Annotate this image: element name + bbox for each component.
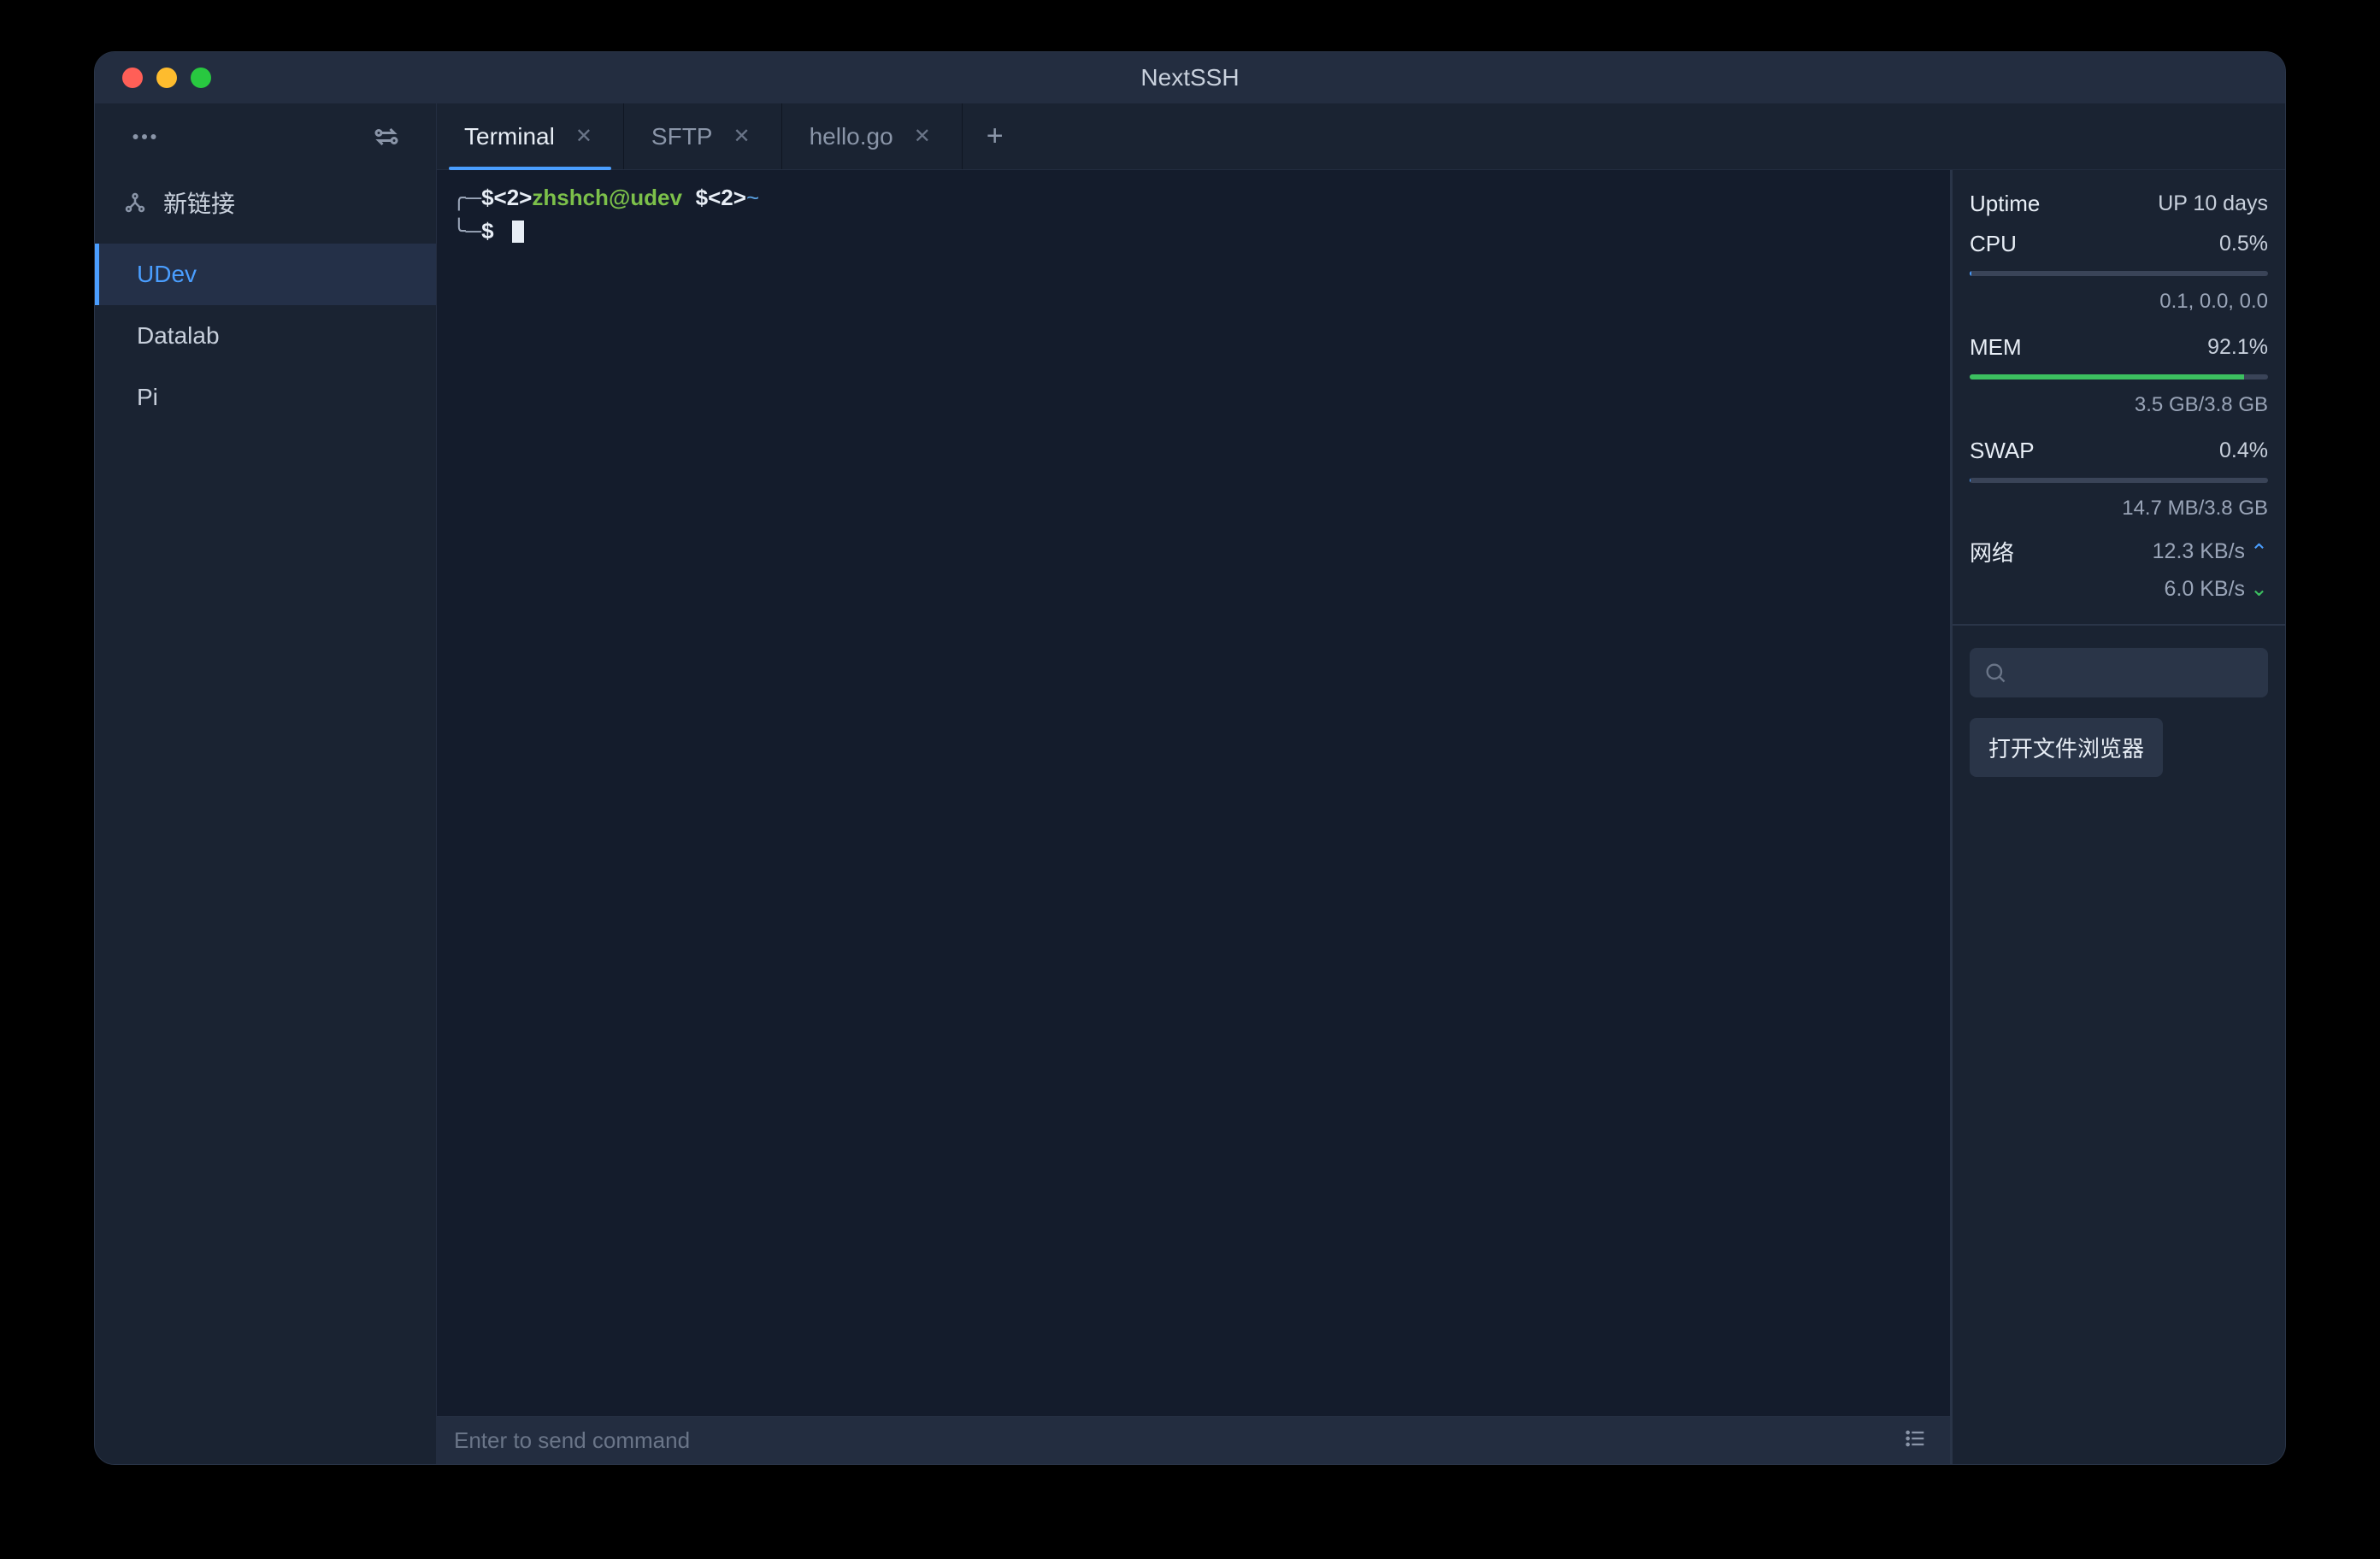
swap-row: SWAP 0.4% <box>1970 438 2268 464</box>
title-bar: NextSSH <box>95 52 2285 103</box>
connection-item-datalab[interactable]: Datalab <box>95 305 436 367</box>
prompt-prefix: $<2> <box>481 185 532 210</box>
mem-label: MEM <box>1970 334 2022 361</box>
cpu-bar <box>1970 271 2268 276</box>
prompt-suffix: $<2> <box>696 185 746 210</box>
cpu-label: CPU <box>1970 231 2017 257</box>
terminal-output[interactable]: ╭─$<2>zhshch@udev $<2>~ ╰─$ <box>437 170 1950 1416</box>
tab-label: hello.go <box>810 123 893 150</box>
mem-detail: 3.5 GB/3.8 GB <box>1970 393 2268 417</box>
new-connection-label: 新链接 <box>163 185 235 220</box>
close-window-button[interactable] <box>122 68 143 88</box>
close-tab-icon[interactable]: ✕ <box>572 121 596 152</box>
network-icon <box>122 190 148 215</box>
panel-divider <box>1953 624 2285 626</box>
uptime-row: Uptime UP 10 days <box>1970 191 2268 217</box>
sidebar: 新链接 UDev Datalab Pi <box>95 103 437 1464</box>
swap-label: SWAP <box>1970 438 2035 464</box>
mem-percent: 92.1% <box>2207 335 2268 360</box>
network-down-row: 6.0 KB/s ⌄ <box>1970 576 2268 602</box>
prompt-user-host: zhshch@udev <box>532 185 682 210</box>
upload-icon: ⌃ <box>2250 539 2268 565</box>
connection-list: UDev Datalab Pi <box>95 244 436 428</box>
tabs-row: Terminal ✕ SFTP ✕ hello.go ✕ + <box>437 103 2285 170</box>
tab-label: Terminal <box>464 123 555 150</box>
command-bar <box>437 1416 1950 1464</box>
traffic-lights <box>95 68 211 88</box>
new-tab-button[interactable]: + <box>963 103 1028 169</box>
swap-detail: 14.7 MB/3.8 GB <box>1970 497 2268 521</box>
minimize-window-button[interactable] <box>156 68 177 88</box>
connection-item-pi[interactable]: Pi <box>95 367 436 428</box>
tab-terminal[interactable]: Terminal ✕ <box>437 103 624 169</box>
tab-label: SFTP <box>651 123 713 150</box>
cpu-load: 0.1, 0.0, 0.0 <box>1970 290 2268 314</box>
uptime-value: UP 10 days <box>2158 191 2268 216</box>
new-connection-button[interactable]: 新链接 <box>95 170 436 235</box>
prompt-dollar: $ <box>481 218 493 244</box>
mem-row: MEM 92.1% <box>1970 334 2268 361</box>
maximize-window-button[interactable] <box>191 68 211 88</box>
app-window: NextSSH 新链接 UDev Datalab Pi <box>94 51 2286 1465</box>
close-tab-icon[interactable]: ✕ <box>729 121 753 152</box>
terminal-cursor <box>512 221 524 243</box>
transfer-icon[interactable] <box>371 121 402 152</box>
stats-panel: Uptime UP 10 days CPU 0.5% 0.1, 0.0, 0.0… <box>1950 170 2285 1464</box>
command-history-icon[interactable] <box>1899 1421 1933 1460</box>
network-label: 网络 <box>1970 536 2014 568</box>
uptime-label: Uptime <box>1970 191 2040 217</box>
command-input[interactable] <box>454 1427 1899 1454</box>
network-up-value: 12.3 KB/s <box>2153 539 2245 564</box>
search-icon <box>1983 661 2007 685</box>
cpu-row: CPU 0.5% <box>1970 231 2268 257</box>
tab-hello-go[interactable]: hello.go ✕ <box>782 103 963 169</box>
prompt-path: ~ <box>746 185 759 210</box>
cpu-percent: 0.5% <box>2219 232 2268 256</box>
swap-percent: 0.4% <box>2219 438 2268 463</box>
close-tab-icon[interactable]: ✕ <box>910 121 934 152</box>
window-title: NextSSH <box>1140 64 1239 91</box>
open-file-browser-button[interactable]: 打开文件浏览器 <box>1970 718 2163 777</box>
more-icon[interactable] <box>129 121 160 152</box>
download-icon: ⌄ <box>2250 576 2268 602</box>
search-input[interactable] <box>1970 648 2268 697</box>
connection-item-udev[interactable]: UDev <box>95 244 436 305</box>
tab-sftp[interactable]: SFTP ✕ <box>624 103 782 169</box>
swap-bar <box>1970 478 2268 483</box>
mem-bar <box>1970 374 2268 379</box>
network-down-value: 6.0 KB/s <box>2165 577 2246 602</box>
network-up-row: 网络 12.3 KB/s ⌃ <box>1970 536 2268 568</box>
